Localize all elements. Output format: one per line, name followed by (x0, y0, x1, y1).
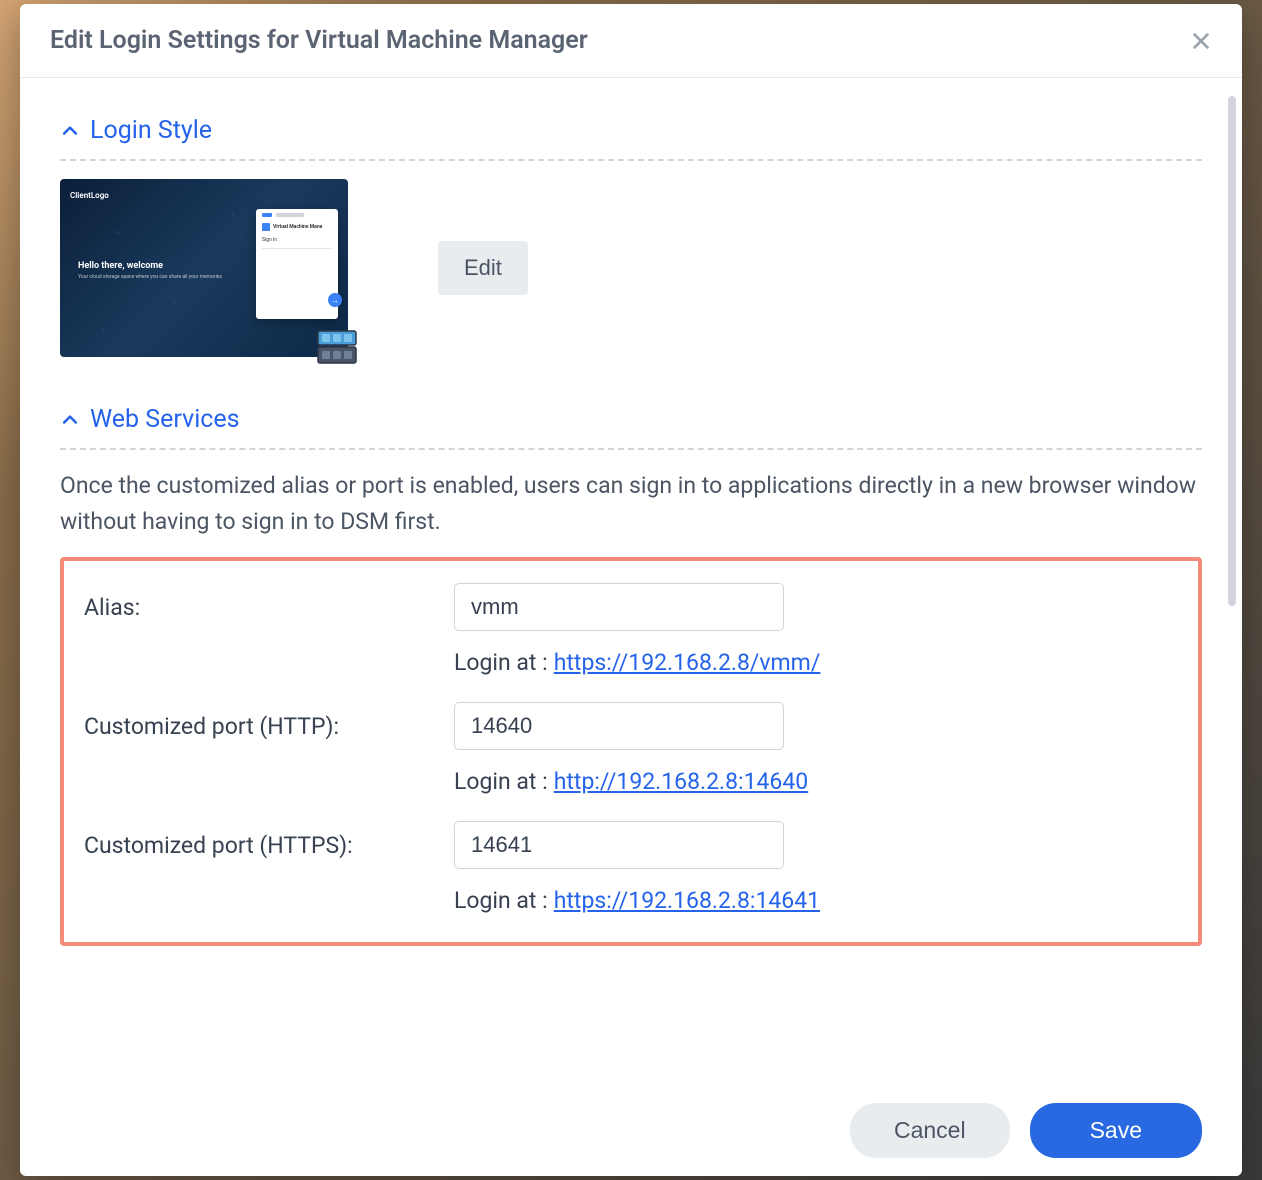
preview-signin-card: Virtual Machine Mana Sign in → (256, 209, 338, 319)
section-header-login-style[interactable]: Login Style (60, 98, 1202, 159)
close-icon[interactable] (1190, 30, 1212, 52)
section-header-web-services[interactable]: Web Services (60, 387, 1202, 448)
login-at-prefix: Login at : (454, 768, 548, 795)
edit-login-style-button[interactable]: Edit (438, 241, 528, 295)
https-login-link[interactable]: https://192.168.2.8:14641 (554, 887, 820, 914)
alias-login-at: Login at : https://192.168.2.8/vmm/ (454, 649, 1178, 676)
dialog-header: Edit Login Settings for Virtual Machine … (20, 4, 1242, 78)
edit-login-settings-dialog: Edit Login Settings for Virtual Machine … (20, 4, 1242, 1176)
login-at-prefix: Login at : (454, 649, 548, 676)
cancel-button[interactable]: Cancel (850, 1103, 1010, 1158)
alias-input[interactable] (454, 583, 784, 631)
alias-login-link[interactable]: https://192.168.2.8/vmm/ (554, 649, 821, 676)
login-style-row: ClientLogo Hello there, welcome Your clo… (60, 179, 1202, 357)
https-port-row: Customized port (HTTPS): (84, 821, 1178, 869)
http-login-link[interactable]: http://192.168.2.8:14640 (554, 768, 808, 795)
alias-label: Alias: (84, 594, 454, 621)
arrow-right-icon: → (328, 293, 342, 307)
http-login-at: Login at : http://192.168.2.8:14640 (454, 768, 1178, 795)
login-at-prefix: Login at : (454, 887, 548, 914)
login-style-preview[interactable]: ClientLogo Hello there, welcome Your clo… (60, 179, 348, 357)
http-port-input[interactable] (454, 702, 784, 750)
divider (60, 448, 1202, 450)
scrollbar[interactable] (1228, 96, 1236, 606)
chevron-up-icon (60, 410, 80, 430)
dialog-footer: Cancel Save (20, 1087, 1242, 1176)
alias-row: Alias: (84, 583, 1178, 631)
preview-logo: ClientLogo (70, 191, 109, 200)
http-port-label: Customized port (HTTP): (84, 713, 454, 740)
http-port-row: Customized port (HTTP): (84, 702, 1178, 750)
section-title-web-services: Web Services (90, 405, 240, 434)
https-port-label: Customized port (HTTPS): (84, 832, 454, 859)
save-button[interactable]: Save (1030, 1103, 1202, 1158)
divider (60, 159, 1202, 161)
preview-welcome: Hello there, welcome Your cloud storage … (78, 261, 222, 280)
section-title-login-style: Login Style (90, 116, 212, 145)
chevron-up-icon (60, 121, 80, 141)
server-icon (316, 329, 358, 367)
https-login-at: Login at : https://192.168.2.8:14641 (454, 887, 1178, 914)
dialog-title: Edit Login Settings for Virtual Machine … (50, 26, 588, 55)
web-services-description: Once the customized alias or port is ena… (60, 468, 1202, 539)
https-port-input[interactable] (454, 821, 784, 869)
dialog-body: Login Style ClientLogo Hello there, welc… (20, 78, 1242, 1087)
web-services-highlight-box: Alias: Login at : https://192.168.2.8/vm… (60, 557, 1202, 946)
